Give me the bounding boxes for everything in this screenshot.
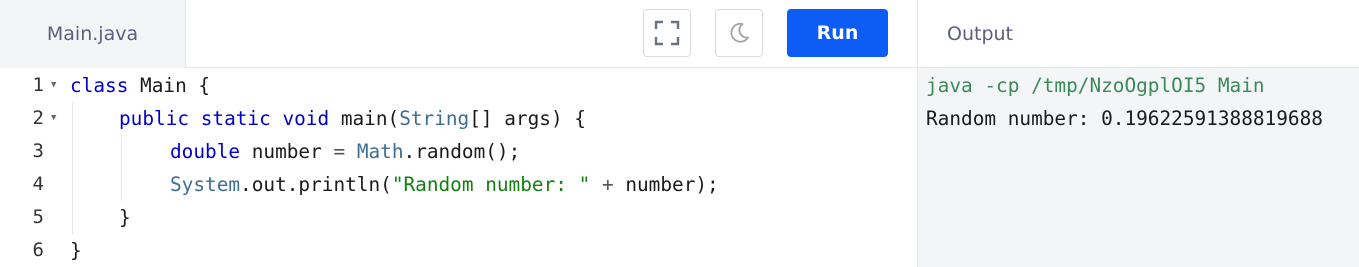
line-number: 6 <box>32 239 44 261</box>
theme-toggle-button[interactable] <box>715 9 763 57</box>
gutter-line-1: 1 ▼ <box>0 69 62 102</box>
indent-guide <box>72 102 73 234</box>
keyword: class <box>70 74 129 97</box>
line-number: 5 <box>32 206 44 228</box>
operator: + <box>601 173 614 196</box>
code-text: } <box>119 206 131 229</box>
code-editor[interactable]: 1 ▼ 2 ▼ 3 4 5 6 class Main { public stat… <box>0 68 917 267</box>
code-line-5: } <box>119 201 131 234</box>
code-line-3: double number = Math.random(); <box>170 135 520 168</box>
type-name: System <box>170 173 241 196</box>
fold-arrow-icon[interactable]: ▼ <box>51 102 56 135</box>
indent-guide <box>121 135 122 201</box>
code-line-4: System.out.println("Random number: " + n… <box>170 168 719 201</box>
code-text: .random(); <box>403 140 521 163</box>
gutter-line-5: 5 <box>0 201 62 234</box>
code-text: main( <box>329 107 400 130</box>
code-line-6: } <box>70 234 82 267</box>
fullscreen-button[interactable] <box>643 9 691 57</box>
gutter-line-2: 2 ▼ <box>0 102 62 135</box>
code-text: Main { <box>128 74 211 97</box>
code-text: .out.println( <box>240 173 392 196</box>
keyword: public static void <box>119 107 330 130</box>
output-result: Random number: 0.19622591388819688 <box>926 107 1323 130</box>
output-title: Output <box>947 23 1013 45</box>
code-text: number); <box>613 173 719 196</box>
code-line-2: public static void main(String[] args) { <box>119 102 586 135</box>
code-text: } <box>70 239 82 262</box>
string-literal: "Random number: " <box>391 173 591 196</box>
code-line-1: class Main { <box>70 69 210 102</box>
gutter-line-3: 3 <box>0 135 62 168</box>
run-button[interactable]: Run <box>787 9 888 57</box>
type-name: String <box>399 107 470 130</box>
line-number: 4 <box>32 173 44 195</box>
type-name: Math <box>356 140 404 163</box>
fold-arrow-icon[interactable]: ▼ <box>51 69 56 102</box>
operator: = <box>333 140 346 163</box>
keyword: double <box>170 140 241 163</box>
line-number: 1 <box>32 74 44 96</box>
fullscreen-icon <box>654 20 680 46</box>
line-gutter: 1 ▼ 2 ▼ 3 4 5 6 <box>0 68 62 267</box>
code-text: number <box>240 140 334 163</box>
moon-icon <box>730 22 749 43</box>
line-number: 3 <box>32 140 44 162</box>
top-bar: Main.java Run Output <box>0 0 1359 68</box>
gutter-line-6: 6 <box>0 234 62 267</box>
output-panel[interactable]: java -cp /tmp/NzoOgplOI5 Main Random num… <box>918 68 1359 267</box>
output-command: java -cp /tmp/NzoOgplOI5 Main <box>926 74 1265 97</box>
tab-main-java[interactable]: Main.java <box>0 0 186 68</box>
line-number: 2 <box>32 107 44 129</box>
code-text: [] args) { <box>469 107 586 130</box>
gutter-line-4: 4 <box>0 168 62 201</box>
tab-label: Main.java <box>46 23 139 45</box>
